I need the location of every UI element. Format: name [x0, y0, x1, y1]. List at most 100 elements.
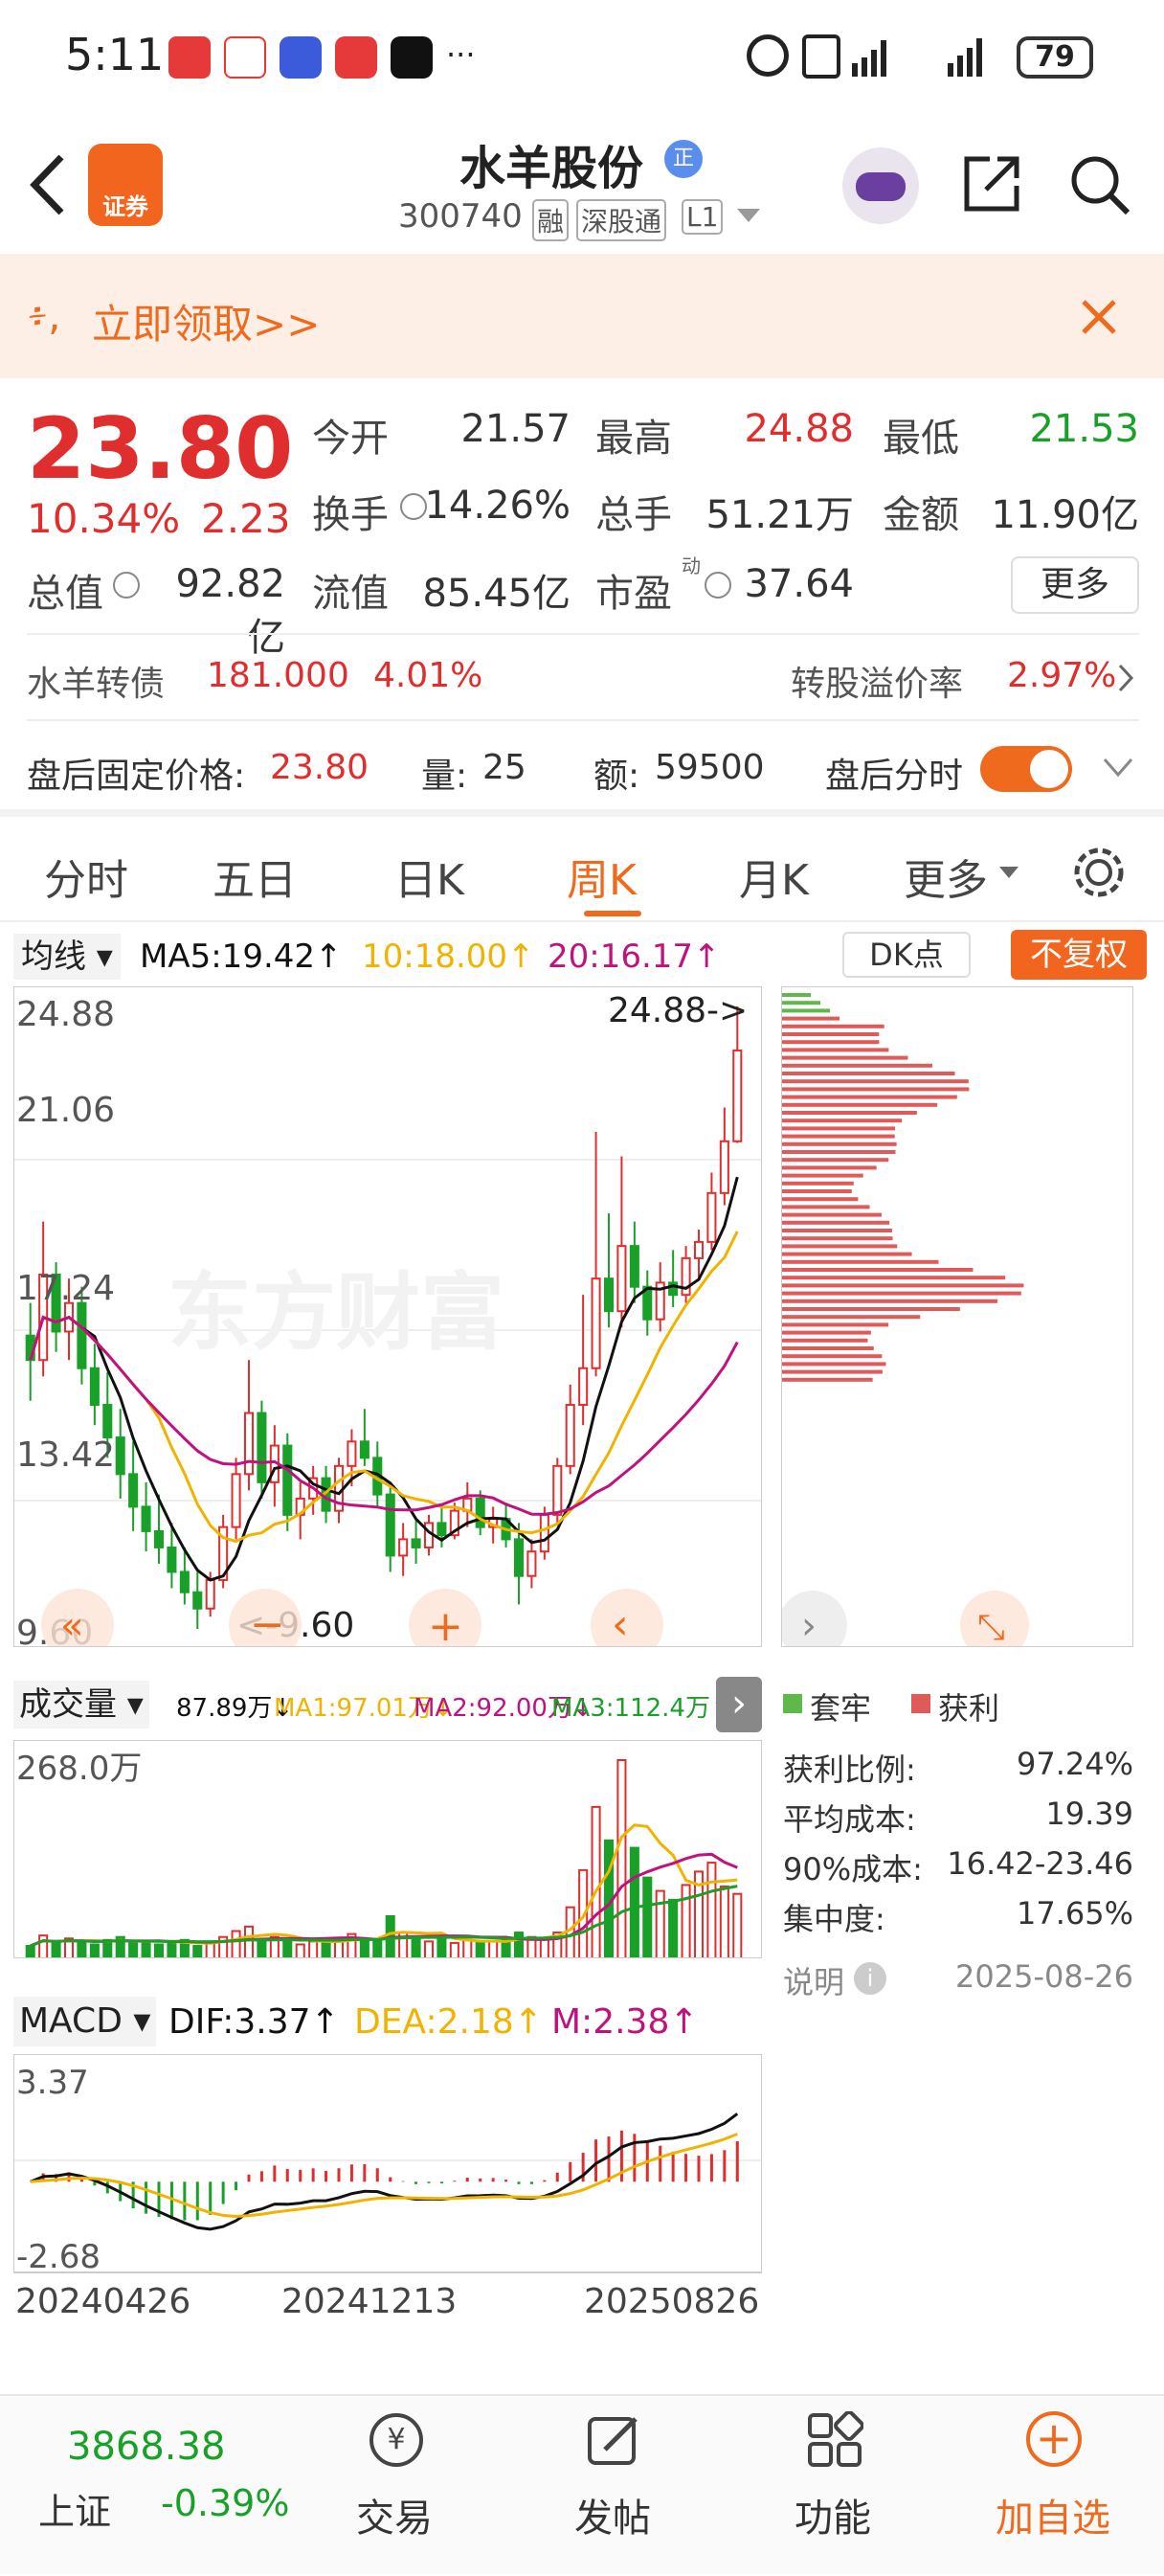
open-value: 21.57: [460, 407, 571, 451]
after-hours-toggle[interactable]: [980, 746, 1072, 792]
volume-bar: [449, 1941, 459, 1957]
dropdown-icon[interactable]: [737, 209, 760, 224]
macd-selector[interactable]: MACD ▾: [13, 1997, 157, 2046]
float-cap-label: 流值: [312, 572, 389, 616]
features-label: 功能: [795, 2497, 871, 2541]
mail-app-icon: [168, 36, 211, 79]
more-button[interactable]: 更多: [1011, 556, 1139, 614]
chip-bar: [782, 1212, 882, 1217]
macd-plot[interactable]: 3.37 -2.68: [13, 2054, 762, 2272]
chip-bar: [782, 1229, 892, 1232]
candle-body: [385, 1493, 395, 1557]
volume-bar: [153, 1943, 165, 1957]
search-icon[interactable]: [1068, 153, 1131, 216]
after-amount: 59500: [655, 748, 765, 787]
y-tick-label: 21.06: [16, 1091, 115, 1130]
volume-bar: [513, 1932, 525, 1957]
chevron-right-icon[interactable]: [1118, 664, 1135, 692]
bond-percent: 4.01%: [373, 656, 483, 695]
stock-name: 水羊股份: [459, 142, 644, 195]
pe-value: 37.64: [744, 562, 854, 606]
info-icon[interactable]: i: [854, 1962, 886, 1995]
expand-arrows-icon: ⤡: [977, 1608, 1005, 1647]
status-time: 5:11: [65, 29, 165, 80]
candle-body: [115, 1436, 125, 1476]
market-cap-label: 总值: [27, 572, 103, 616]
chip-bar: [782, 1063, 932, 1068]
candle-body: [436, 1522, 447, 1537]
chip-bar: [782, 1158, 889, 1163]
features-button[interactable]: 功能: [728, 2396, 938, 2576]
trapped-legend-swatch: [783, 1694, 802, 1713]
chip-bar: [782, 1072, 955, 1075]
info-icon[interactable]: [113, 572, 140, 599]
index-value[interactable]: 3868.38: [67, 2425, 225, 2469]
info-icon[interactable]: [705, 572, 731, 599]
tab-five-day[interactable]: 五日: [213, 846, 297, 907]
volume-bar: [51, 1941, 61, 1957]
tieba-app-icon: [280, 36, 322, 79]
adjust-button[interactable]: 不复权: [1011, 930, 1147, 980]
share-icon[interactable]: [961, 151, 1024, 215]
volume-selector[interactable]: 成交量 ▾: [13, 1681, 149, 1729]
collapse-panel-button[interactable]: ›: [716, 1677, 762, 1732]
current-price: 23.80: [27, 399, 294, 498]
securities-logo[interactable]: 证券: [88, 144, 163, 226]
chip-bar: [782, 1189, 852, 1193]
tab-daily-k[interactable]: 日K: [394, 846, 464, 907]
volume-selector-label: 成交量: [19, 1685, 117, 1724]
dk-point-button[interactable]: DK点: [842, 932, 971, 978]
trade-button[interactable]: ¥ 交易: [289, 2396, 500, 2576]
chip-stat-value: 19.39: [1045, 1796, 1133, 1832]
volume-bar: [295, 1943, 305, 1957]
candle-body: [603, 1277, 615, 1313]
chip-stat-label: 平均成本:: [783, 1801, 916, 1838]
settings-gear-icon[interactable]: [1070, 844, 1128, 901]
volume-plot[interactable]: 268.0万: [13, 1740, 762, 1958]
candle-body: [706, 1191, 717, 1243]
y-tick-label: 3.37: [16, 2064, 89, 2102]
banner-text[interactable]: 立即领取>>: [92, 292, 320, 350]
volume-bar: [616, 1759, 627, 1957]
candle-body: [167, 1546, 177, 1573]
volume-bar: [372, 1938, 383, 1957]
tab-intraday[interactable]: 分时: [44, 846, 128, 907]
volume-bar: [282, 1940, 293, 1957]
close-icon[interactable]: [1080, 298, 1118, 336]
chip-bar: [782, 1346, 874, 1350]
bond-name[interactable]: 水羊转债: [27, 656, 165, 706]
chip-bar: [782, 1220, 890, 1225]
add-watchlist-button[interactable]: + 加自选: [948, 2396, 1158, 2576]
volume-ma3: MA3:112.4万↑: [551, 1694, 731, 1723]
ma-selector[interactable]: 均线 ▾: [13, 934, 121, 980]
volume-bar: [243, 1925, 255, 1957]
y-tick-label: 268.0万: [16, 1750, 142, 1788]
chip-bar: [782, 1291, 1021, 1296]
promo-banner[interactable]: ፥, 立即领取>>: [0, 254, 1164, 378]
low-value: 21.53: [1029, 407, 1139, 451]
candle-body: [128, 1473, 139, 1508]
candle-body: [359, 1440, 369, 1459]
tab-more[interactable]: 更多: [904, 846, 988, 907]
tab-weekly-k[interactable]: 周K: [567, 846, 637, 907]
back-icon[interactable]: [27, 153, 69, 216]
chip-bars: [782, 993, 1024, 1382]
chip-distribution-plot[interactable]: › ⤡: [781, 986, 1133, 1647]
signal-icon: [852, 38, 982, 77]
chevron-down-icon[interactable]: [1103, 757, 1133, 779]
candle-body: [347, 1440, 357, 1467]
volume-bar: [25, 1945, 35, 1957]
chip-bar: [782, 1299, 998, 1303]
assistant-avatar-icon[interactable]: [842, 147, 919, 224]
chip-bar: [782, 1095, 957, 1099]
candle-body: [282, 1444, 293, 1516]
post-button[interactable]: 发帖: [507, 2396, 718, 2576]
tab-monthly-k[interactable]: 月K: [739, 846, 809, 907]
kline-plot[interactable]: 东方财富 24.88 21.06 17.24 13.42 9.60 24.88-…: [13, 986, 762, 1647]
volume-bar: [359, 1937, 369, 1957]
candle-body: [552, 1464, 563, 1516]
volume-bar: [475, 1941, 485, 1957]
index-name[interactable]: 上证: [38, 2482, 111, 2535]
candle-body: [526, 1550, 537, 1577]
chip-note-label[interactable]: 说明: [783, 1958, 844, 2002]
